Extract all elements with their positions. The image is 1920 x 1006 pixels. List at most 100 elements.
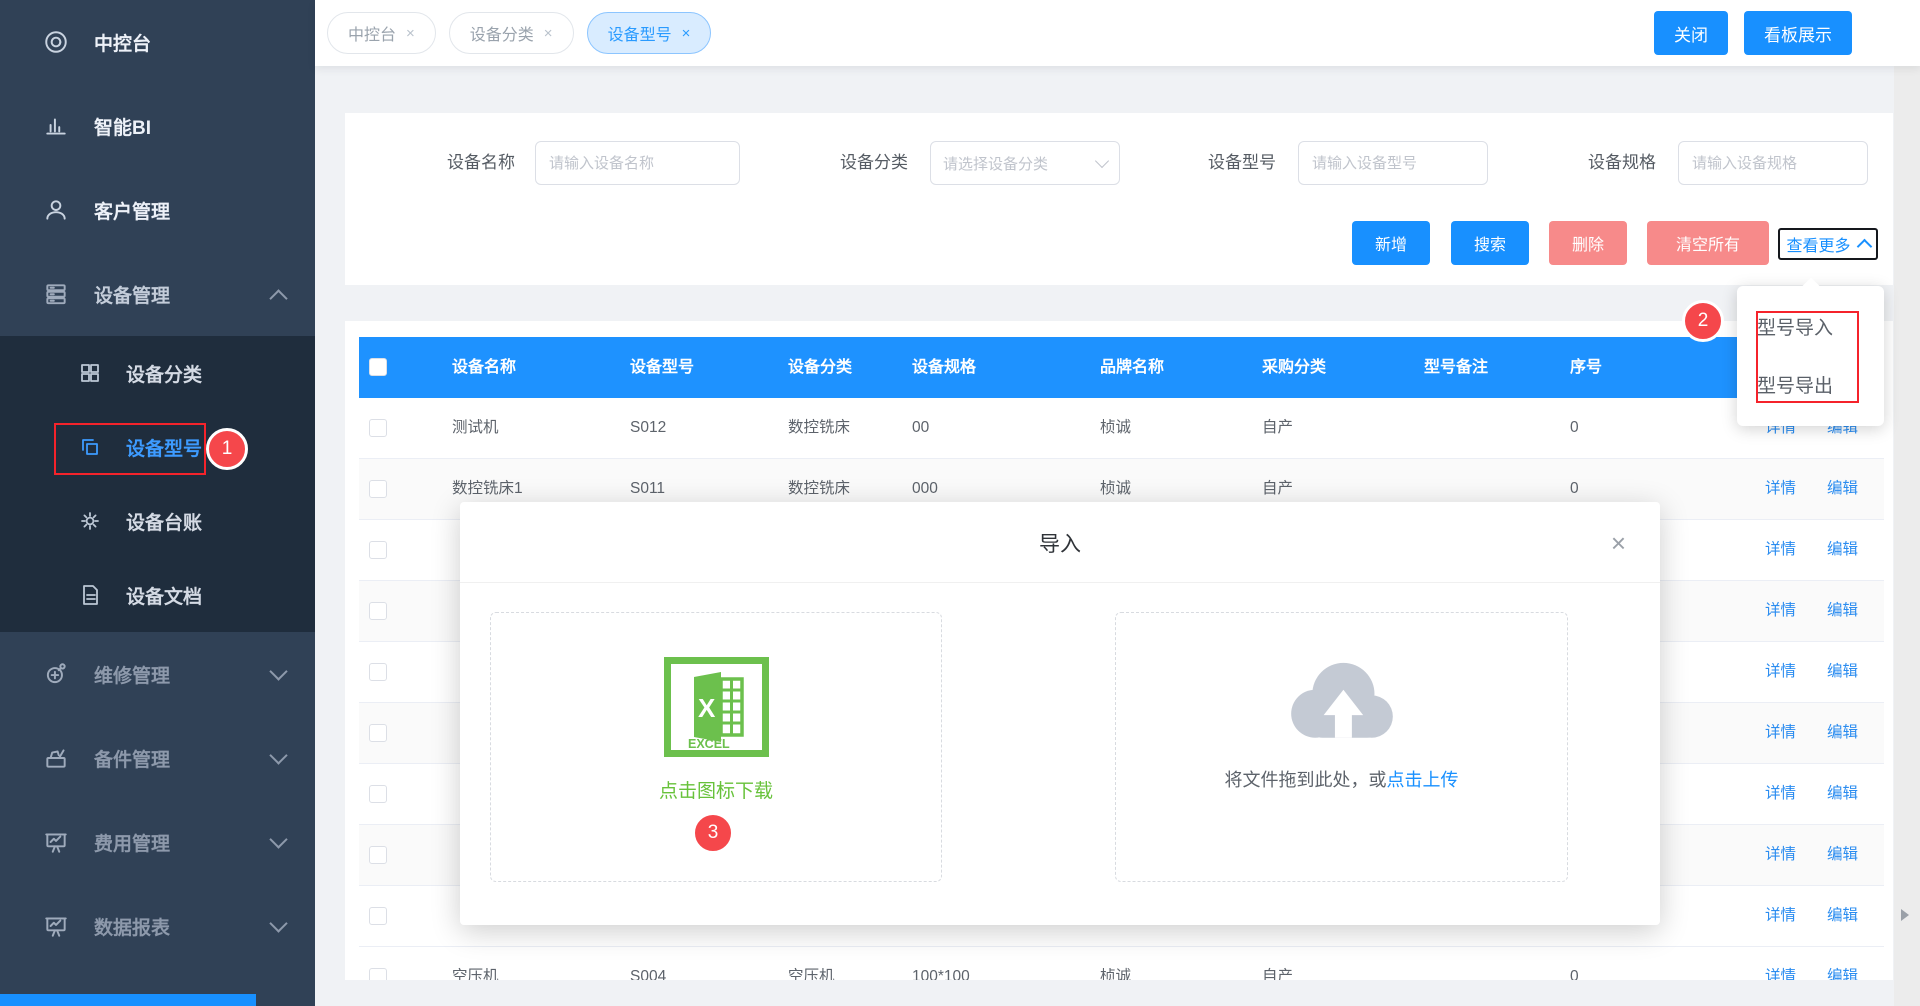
sidebar-item-device-doc[interactable]: 设备文档	[0, 558, 315, 632]
upload-cloud-icon	[1277, 653, 1407, 754]
sidebar-item-customer[interactable]: 客户管理	[0, 168, 315, 252]
more-dropdown-menu: 型号导入型号导出	[1737, 286, 1884, 426]
close-button[interactable]: 关闭	[1654, 11, 1728, 55]
view-more-link[interactable]: 查看更多	[1778, 228, 1878, 260]
row-checkbox[interactable]	[369, 602, 387, 620]
click-upload-link[interactable]: 点击上传	[1387, 770, 1459, 790]
device-category-select[interactable]: 请选择设备分类	[930, 141, 1120, 185]
modal-close-icon[interactable]: ×	[1611, 530, 1626, 556]
close-icon[interactable]: ×	[406, 25, 415, 42]
sidebar-item-console[interactable]: 中控台	[0, 0, 315, 84]
modal-title: 导入	[460, 502, 1660, 558]
sidebar-item-report[interactable]: 数据报表	[0, 884, 315, 968]
column-header: 设备型号	[630, 337, 694, 398]
cell: 100*100	[912, 947, 970, 980]
close-icon[interactable]: ×	[544, 25, 553, 42]
sidebar-item-label: 客户管理	[94, 197, 170, 224]
select-placeholder: 请选择设备分类	[943, 153, 1097, 174]
row-checkbox[interactable]	[369, 480, 387, 498]
file-drop-zone[interactable]: 将文件拖到此处，或点击上传	[1115, 612, 1568, 882]
device-model-input[interactable]	[1298, 141, 1488, 185]
sidebar-item-label: 设备分类	[126, 360, 202, 387]
detail-link[interactable]: 详情	[1765, 764, 1796, 824]
edit-link[interactable]: 编辑	[1827, 581, 1858, 641]
tab-device-model[interactable]: 设备型号×	[587, 12, 712, 54]
chevron-up-icon	[269, 289, 287, 307]
sidebar-item-label: 备件管理	[94, 745, 170, 772]
menu-item-model-export[interactable]: 型号导出	[1737, 358, 1884, 416]
filter-label-device-model: 设备型号	[1190, 141, 1276, 185]
sidebar-item-repair[interactable]: 维修管理	[0, 632, 315, 716]
tab-device-category[interactable]: 设备分类 ×	[449, 12, 574, 54]
edit-link[interactable]: 编辑	[1827, 947, 1858, 980]
device-spec-input[interactable]	[1678, 141, 1868, 185]
detail-link[interactable]: 详情	[1765, 947, 1796, 980]
search-button[interactable]: 搜索	[1451, 221, 1529, 265]
scroll-right-arrow-icon[interactable]	[1901, 909, 1909, 921]
horizontal-scrollbar-thumb[interactable]	[0, 994, 256, 1006]
add-button[interactable]: 新增	[1352, 221, 1430, 265]
sidebar-item-label: 智能BI	[94, 113, 151, 140]
edit-link[interactable]: 编辑	[1827, 459, 1858, 519]
app-window: 中控台智能BI客户管理设备管理设备分类设备型号设备台账设备文档维修管理备件管理费…	[0, 0, 1920, 1006]
sidebar-item-device[interactable]: 设备管理	[0, 252, 315, 336]
row-checkbox[interactable]	[369, 907, 387, 925]
grid-icon	[76, 359, 104, 387]
report-icon	[42, 912, 70, 940]
row-checkbox[interactable]	[369, 419, 387, 437]
sidebar-item-label: 维修管理	[94, 661, 170, 688]
cell: 测试机	[452, 398, 499, 458]
clear-all-button[interactable]: 清空所有	[1647, 221, 1769, 265]
detail-link[interactable]: 详情	[1765, 825, 1796, 885]
excel-icon[interactable]: X EXCEL	[664, 657, 769, 762]
tab-console[interactable]: 中控台×	[327, 12, 436, 54]
detail-link[interactable]: 详情	[1765, 703, 1796, 763]
table-row: 空压机S004空压机100*100桢诚自产0详情编辑	[359, 947, 1884, 980]
device-icon	[42, 280, 70, 308]
edit-link[interactable]: 编辑	[1827, 886, 1858, 946]
annotation-badge-2: 2	[1682, 300, 1724, 342]
edit-link[interactable]: 编辑	[1827, 642, 1858, 702]
row-checkbox[interactable]	[369, 724, 387, 742]
detail-link[interactable]: 详情	[1765, 581, 1796, 641]
edit-link[interactable]: 编辑	[1827, 520, 1858, 580]
column-header: 采购分类	[1262, 337, 1326, 398]
cell: 0	[1570, 947, 1579, 980]
sidebar-item-cost[interactable]: 费用管理	[0, 800, 315, 884]
sidebar-item-spare[interactable]: 备件管理	[0, 716, 315, 800]
device-name-input[interactable]	[535, 141, 740, 185]
sidebar-item-bi[interactable]: 智能BI	[0, 84, 315, 168]
customer-icon	[42, 196, 70, 224]
edit-link[interactable]: 编辑	[1827, 703, 1858, 763]
close-icon[interactable]: ×	[682, 25, 691, 42]
detail-link[interactable]: 详情	[1765, 459, 1796, 519]
detail-link[interactable]: 详情	[1765, 520, 1796, 580]
row-checkbox[interactable]	[369, 785, 387, 803]
tab-chips: 中控台×设备分类×设备型号×	[327, 12, 711, 54]
column-header: 序号	[1570, 337, 1602, 398]
import-modal: 导入 × X EXCEL 点击图标下载	[460, 502, 1660, 925]
edit-link[interactable]: 编辑	[1827, 825, 1858, 885]
spare-icon	[42, 744, 70, 772]
vertical-scrollbar-track[interactable]	[1894, 66, 1920, 1006]
sidebar-item-label: 设备台账	[126, 508, 202, 535]
board-display-button[interactable]: 看板展示	[1744, 11, 1852, 55]
sidebar-item-device-ledger[interactable]: 设备台账	[0, 484, 315, 558]
detail-link[interactable]: 详情	[1765, 886, 1796, 946]
download-hint-text[interactable]: 点击图标下载	[491, 776, 941, 803]
row-checkbox[interactable]	[369, 663, 387, 681]
edit-link[interactable]: 编辑	[1827, 764, 1858, 824]
tab-label: 设备分类	[470, 21, 534, 45]
sidebar: 中控台智能BI 客户管理设备管理设备分类设备型号设备台账设备文档维修管理备件管理费…	[0, 0, 315, 1006]
detail-link[interactable]: 详情	[1765, 642, 1796, 702]
menu-item-model-import[interactable]: 型号导入	[1737, 300, 1884, 358]
view-more-label: 查看更多	[1786, 232, 1850, 256]
select-all-checkbox[interactable]	[369, 358, 387, 376]
sidebar-item-device-category[interactable]: 设备分类	[0, 336, 315, 410]
copy-icon	[76, 433, 104, 461]
row-checkbox[interactable]	[369, 968, 387, 980]
sidebar-item-device-model[interactable]: 设备型号	[0, 410, 315, 484]
delete-button[interactable]: 删除	[1549, 221, 1627, 265]
row-checkbox[interactable]	[369, 846, 387, 864]
row-checkbox[interactable]	[369, 541, 387, 559]
